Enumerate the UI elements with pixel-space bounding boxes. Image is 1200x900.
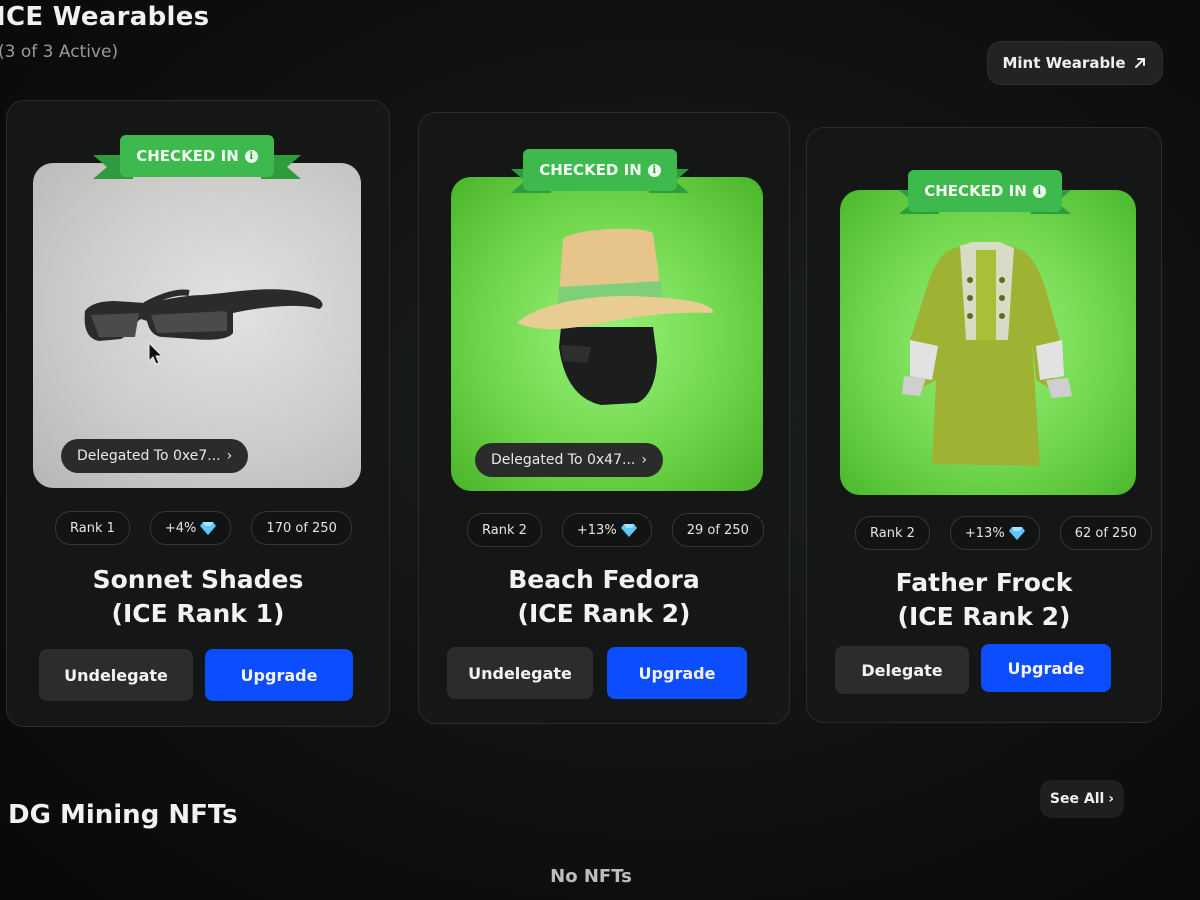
wearable-name-line1: Sonnet Shades	[92, 565, 304, 594]
stats-row: Rank 2 +13% 62 of 250	[855, 516, 1152, 550]
chevron-right-icon: ›	[641, 452, 647, 468]
wearable-name-line2: (ICE Rank 2)	[517, 599, 691, 628]
wearable-name-line2: (ICE Rank 1)	[111, 599, 285, 628]
bonus-value: +13%	[576, 522, 617, 538]
bonus-pill: +13%	[949, 516, 1040, 550]
bonus-value: +4%	[164, 520, 197, 536]
checked-in-badge: CHECKED IN i	[93, 135, 301, 179]
wearable-name: Beach Fedora (ICE Rank 2)	[419, 563, 789, 631]
bonus-value: +13%	[964, 525, 1005, 541]
active-count: (3 of 3 Active)	[0, 42, 119, 62]
undelegate-button[interactable]: Undelegate	[447, 647, 593, 699]
wearable-name-line2: (ICE Rank 2)	[897, 602, 1071, 631]
supply-pill: 170 of 250	[251, 511, 352, 545]
badge-label: CHECKED IN	[136, 147, 239, 165]
wearable-name-line1: Beach Fedora	[508, 565, 700, 594]
wearable-card: CHECKED IN i Rank 2 +13% 62 of 250 Fathe…	[806, 127, 1162, 723]
rank-pill: Rank 2	[467, 513, 542, 547]
bonus-pill: +13%	[561, 513, 652, 547]
see-all-label: See All	[1049, 791, 1105, 807]
upgrade-button[interactable]: Upgrade	[607, 647, 747, 699]
stats-row: Rank 2 +13% 29 of 250	[467, 513, 764, 547]
delegated-to-pill[interactable]: Delegated To 0x47... ›	[475, 443, 663, 477]
delegated-to-label: Delegated To 0xe7...	[77, 448, 221, 464]
supply-pill: 29 of 250	[671, 513, 764, 547]
section-title: ICE Wearables	[0, 2, 210, 32]
chevron-right-icon: ›	[1108, 791, 1115, 807]
rank-pill: Rank 1	[55, 511, 130, 545]
mint-wearable-button[interactable]: Mint Wearable	[987, 41, 1163, 85]
arrow-up-right-icon	[1134, 58, 1145, 68]
mouse-cursor-icon	[148, 342, 164, 365]
empty-state-text: No NFTs	[550, 866, 632, 887]
delegate-button[interactable]: Delegate	[835, 646, 969, 694]
see-all-button[interactable]: See All ›	[1040, 780, 1124, 818]
badge-label: CHECKED IN	[539, 161, 642, 179]
wearable-name-line1: Father Frock	[895, 568, 1073, 597]
stats-row: Rank 1 +4% 170 of 250	[55, 511, 352, 545]
supply-pill: 62 of 250	[1059, 516, 1152, 550]
ice-wearables-page: ICE Wearables (3 of 3 Active) Mint Weara…	[0, 0, 1200, 900]
frock-coat-image	[902, 242, 1072, 466]
badge-label: CHECKED IN	[924, 182, 1027, 200]
diamond-icon	[200, 521, 217, 535]
info-icon[interactable]: i	[244, 149, 258, 163]
wearable-image	[840, 190, 1136, 495]
checked-in-badge: CHECKED IN i	[511, 149, 689, 193]
info-icon[interactable]: i	[1032, 184, 1046, 198]
diamond-icon	[620, 523, 637, 537]
wearable-card: CHECKED IN i Delegated To 0x47... › Rank…	[418, 112, 790, 724]
info-icon[interactable]: i	[647, 163, 661, 177]
wearable-name: Sonnet Shades (ICE Rank 1)	[7, 563, 389, 631]
bonus-pill: +4%	[149, 511, 232, 545]
undelegate-button[interactable]: Undelegate	[39, 649, 193, 701]
upgrade-button[interactable]: Upgrade	[981, 644, 1111, 692]
diamond-icon	[1008, 526, 1025, 540]
mint-wearable-label: Mint Wearable	[1002, 54, 1126, 72]
wearable-card: CHECKED IN i Delegated To 0xe7... › Rank…	[6, 100, 390, 727]
wearable-name: Father Frock (ICE Rank 2)	[807, 566, 1161, 634]
chevron-right-icon: ›	[226, 448, 233, 464]
rank-pill: Rank 2	[855, 516, 930, 550]
checked-in-badge: CHECKED IN i	[899, 170, 1071, 214]
upgrade-button[interactable]: Upgrade	[205, 649, 353, 701]
delegated-to-label: Delegated To 0x47...	[491, 452, 636, 468]
mining-section-title: DG Mining NFTs	[8, 800, 238, 830]
delegated-to-pill[interactable]: Delegated To 0xe7... ›	[61, 439, 249, 473]
